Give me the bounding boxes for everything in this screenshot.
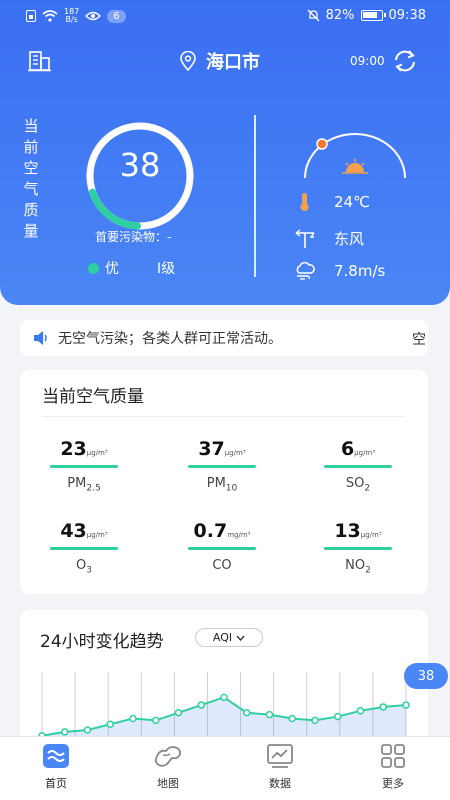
chart-icon: [267, 744, 293, 768]
chevron-down-icon: [236, 635, 245, 641]
trend-point: [220, 693, 228, 702]
nav-home[interactable]: 首页: [21, 743, 91, 791]
metric-no2[interactable]: 13μg/m³ NO2: [298, 520, 418, 576]
wind-speed-row: 7.8m/s: [294, 261, 385, 281]
header-divider: [254, 115, 256, 277]
card-title: 当前空气质量: [42, 387, 144, 407]
trend-point: [152, 716, 160, 725]
building-icon[interactable]: [28, 50, 52, 72]
trend-point: [402, 701, 410, 709]
metric-o3[interactable]: 43μg/m³ O3: [24, 520, 144, 576]
metric-bar: [188, 547, 256, 550]
trend-point: [129, 714, 137, 723]
city-name: 海口市: [206, 52, 260, 73]
trend-point: [61, 728, 69, 736]
notice-bar[interactable]: 无空气污染；各类人群可正常活动。 空: [20, 320, 428, 356]
map-icon: [154, 746, 182, 767]
metric-selector[interactable]: AQI: [195, 628, 263, 647]
metric-pm10[interactable]: 37μg/m³ PM10: [162, 438, 282, 494]
aqi-value: 38: [119, 146, 161, 184]
city-selector[interactable]: 海口市: [180, 48, 260, 74]
sim-icon: [26, 10, 36, 22]
update-time: 09:00: [350, 54, 385, 68]
trend-point: [265, 710, 274, 719]
temperature: 24℃: [334, 193, 370, 211]
trend-point: [334, 712, 342, 721]
metric-bar: [324, 465, 392, 468]
trend-title: 24小时变化趋势: [40, 632, 164, 652]
clock: 09:38: [388, 8, 426, 23]
nav-map[interactable]: 地图: [133, 743, 203, 791]
notification-badge: 6: [107, 9, 126, 23]
wind-direction-row: 东风: [294, 228, 364, 249]
trend-point: [106, 720, 114, 728]
thermometer-icon: [300, 193, 309, 211]
trend-card: 24小时变化趋势 AQI: [20, 610, 428, 750]
trend-point: [311, 716, 319, 725]
trend-point: [243, 708, 251, 717]
battery-percent: 82%: [325, 8, 355, 23]
notice-text: 无空气污染；各类人群可正常活动。: [58, 331, 282, 347]
aqi-progress-arc: [89, 188, 141, 230]
metric-bar: [324, 547, 392, 550]
network-speed: 187 B/s: [64, 7, 80, 24]
trend-point: [356, 707, 365, 715]
current-air-quality-card: 当前空气质量 23μg/m³ PM2.5 37μg/m³ PM10 6μg/m³…: [20, 370, 428, 594]
top-bar: 海口市 09:00: [0, 44, 450, 78]
wind-vane-icon: [295, 228, 315, 248]
level-name: 优: [105, 261, 119, 277]
refresh-icon[interactable]: [392, 49, 418, 73]
trend-point: [83, 726, 92, 734]
primary-pollutant: 首要污染物：-: [95, 230, 172, 244]
location-pin-icon: [180, 51, 196, 71]
nav-more[interactable]: 更多: [358, 743, 428, 791]
nav-data[interactable]: 数据: [245, 743, 315, 791]
eye-icon: [85, 11, 102, 21]
card-divider: [42, 416, 404, 417]
metric-co[interactable]: 0.7mg/m³ CO: [162, 520, 282, 576]
header-panel: 187 B/s 6 82% 09:38 海口市 09:00 当 前 空 气 质 …: [0, 0, 450, 305]
aqi-level: 优 I级: [88, 258, 175, 278]
speaker-icon: [34, 331, 47, 345]
wifi-icon: [42, 10, 58, 22]
metric-so2[interactable]: 6μg/m³ SO2: [298, 438, 418, 494]
trend-point: [379, 703, 387, 711]
home-waves-icon: [43, 744, 69, 768]
temperature-row: 24℃: [294, 192, 370, 212]
metric-bar: [50, 465, 118, 468]
sun-arc: [304, 133, 406, 179]
notice-text-tail: 空: [412, 332, 426, 348]
bottom-nav: 首页 地图 数据 更多: [0, 736, 450, 800]
battery-icon: [360, 10, 386, 21]
aqi-vertical-label: 当 前 空 气 质 量: [23, 117, 39, 240]
mute-bell-icon: [307, 9, 320, 22]
level-grade: I级: [157, 261, 176, 277]
status-bar: 187 B/s 6 82% 09:38: [0, 0, 450, 32]
trend-point: [288, 714, 296, 723]
wind-direction: 东风: [334, 230, 365, 248]
metric-pm25[interactable]: 23μg/m³ PM2.5: [24, 438, 144, 494]
metric-bar: [188, 465, 256, 468]
metric-bar: [50, 547, 118, 550]
latest-value-bubble: 38: [404, 663, 448, 689]
trend-point: [174, 708, 183, 717]
grid-icon: [381, 744, 405, 768]
wind-speed: 7.8m/s: [334, 262, 386, 280]
wind-cloud-icon: [296, 261, 315, 280]
level-dot: [88, 262, 99, 274]
sunrise-icon: [342, 159, 368, 174]
trend-point: [197, 701, 205, 709]
